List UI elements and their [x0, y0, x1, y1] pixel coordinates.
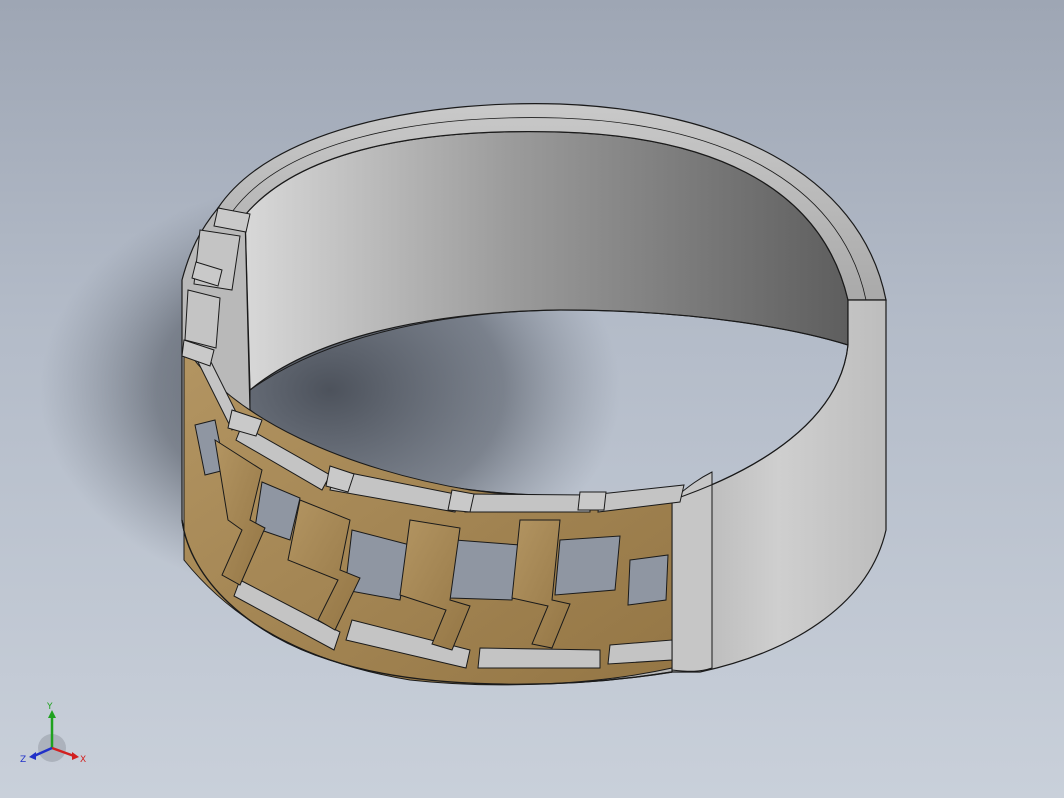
z-axis-arrow: [29, 752, 36, 760]
z-axis-label: Z: [20, 755, 26, 765]
y-axis-label: Y: [46, 702, 53, 712]
x-axis-arrow: [72, 752, 79, 760]
graphics-viewport[interactable]: Y X Z: [0, 0, 1064, 798]
ring-model[interactable]: [0, 0, 1064, 798]
orientation-triad[interactable]: Y X Z: [18, 700, 90, 780]
x-axis-label: X: [80, 755, 86, 765]
